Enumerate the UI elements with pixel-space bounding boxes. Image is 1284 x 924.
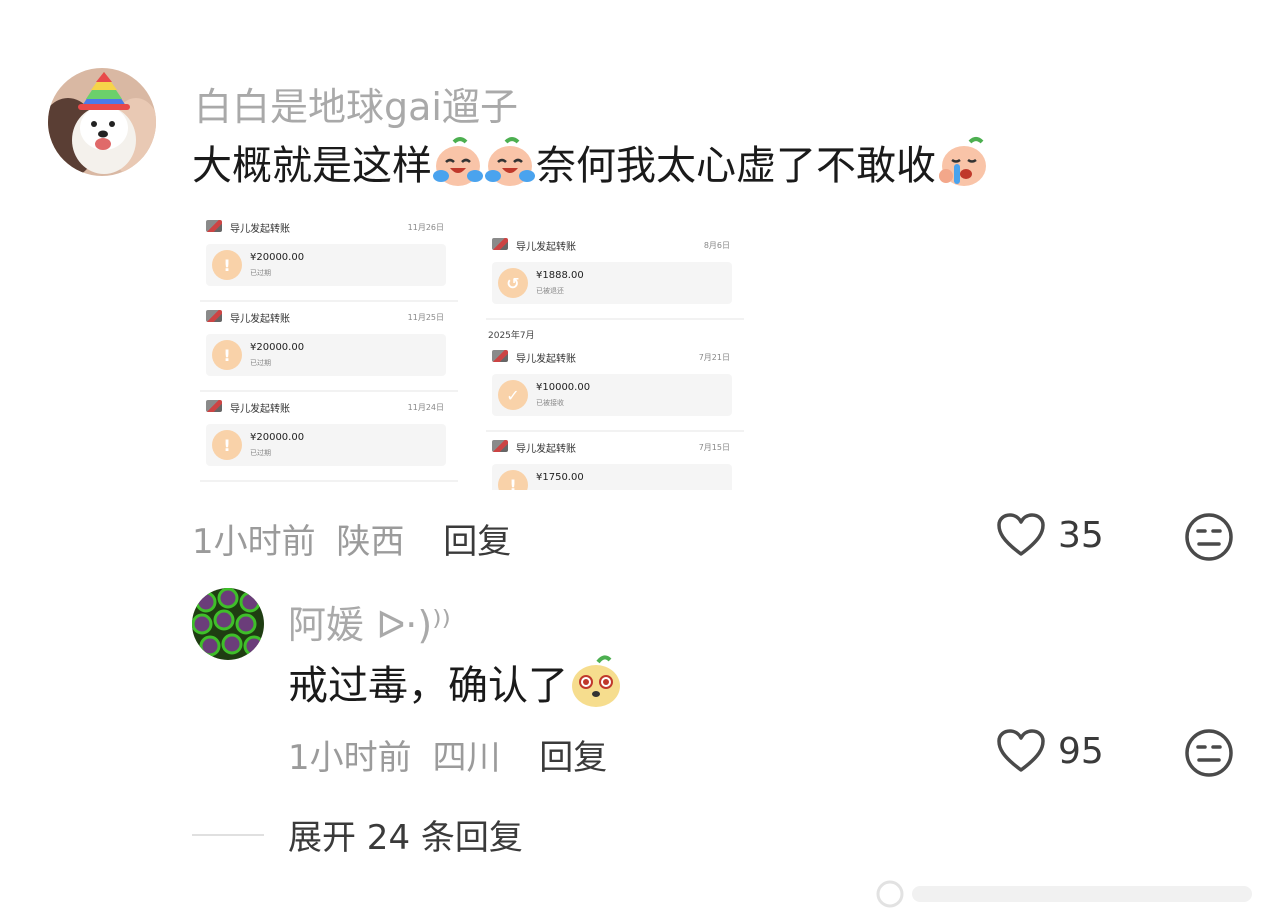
chat-avatar-icon: [492, 238, 508, 250]
transfer-list-left: 导儿发起转账 11月26日 ! ¥20000.00 已过期 导儿发起转账 11月…: [200, 212, 458, 482]
transfer-title: 导儿发起转账: [516, 444, 576, 455]
divider: [192, 833, 264, 836]
transfer-card: 导儿发起转账 11月25日 ! ¥20000.00 已过期: [200, 302, 458, 392]
transfer-box: ↺ ¥1888.00 已被退还: [492, 262, 732, 304]
transfer-title: 导儿发起转账: [230, 404, 290, 415]
transfer-date: 11月25日: [407, 313, 444, 322]
chat-avatar-icon: [492, 350, 508, 362]
dislike-button[interactable]: [1184, 512, 1234, 566]
warning-icon: !: [498, 470, 528, 490]
neutral-face-icon: [1185, 513, 1233, 561]
comment-time: 1小时前: [192, 522, 316, 562]
comment-text-part2: 奈何我太心虚了不敢收: [536, 143, 936, 189]
transfer-status: 已被退还: [536, 287, 564, 295]
transfer-card: 导儿发起转账 7月15日 ! ¥1750.00: [486, 432, 744, 490]
comment-location: 四川: [432, 738, 501, 778]
comment-meta: 1小时前 四川 回复: [288, 730, 607, 779]
reply-button[interactable]: 回复: [443, 522, 511, 562]
heart-icon: [997, 513, 1045, 556]
transfer-date: 11月24日: [407, 403, 444, 412]
dog-face-emoji-icon: [572, 655, 620, 707]
comment-text: 戒过毒，确认了: [288, 654, 624, 710]
crying-emoji-icon: [939, 137, 986, 186]
like-button[interactable]: 95: [996, 728, 1104, 774]
username[interactable]: 白白是地球gai遛子: [194, 76, 518, 131]
transfer-status: 已过期: [250, 269, 271, 277]
transfer-date: 8月6日: [703, 241, 730, 250]
comment-time: 1小时前: [288, 738, 412, 778]
transfer-status: 已过期: [250, 359, 271, 367]
transfer-card: 导儿发起转账 7月21日 ✓ ¥10000.00 已被接收: [486, 342, 744, 432]
avatar[interactable]: [48, 68, 156, 176]
dislike-button[interactable]: [1184, 728, 1234, 782]
expand-replies-label: 展开 24 条回复: [288, 818, 523, 858]
transfer-title: 导儿发起转账: [516, 354, 576, 365]
check-icon: ✓: [498, 380, 528, 410]
heart-icon: [997, 729, 1045, 772]
transfer-box: ✓ ¥10000.00 已被接收: [492, 374, 732, 416]
return-icon: ↺: [498, 268, 528, 298]
transfer-date: 7月15日: [698, 443, 730, 452]
like-count: 95: [1058, 730, 1104, 772]
username[interactable]: 阿媛 ᐅ·)⁾⁾: [288, 594, 451, 649]
transfer-date: 7月21日: [698, 353, 730, 362]
transfer-box: ! ¥20000.00 已过期: [206, 424, 446, 466]
warning-icon: !: [212, 430, 242, 460]
transfer-status: 已被接收: [536, 399, 564, 407]
transfer-amount: ¥1750.00: [536, 472, 584, 483]
comment-text-part1: 戒过毒，确认了: [288, 663, 568, 709]
transfer-box: ! ¥1750.00: [492, 464, 732, 490]
transfer-list-right: 导儿发起转账 8月6日 ↺ ¥1888.00 已被退还 2025年7月 导儿发起…: [486, 230, 744, 490]
comment-text-part1: 大概就是这样: [192, 143, 432, 189]
transfer-box: ! ¥20000.00 已过期: [206, 244, 446, 286]
transfer-amount: ¥10000.00: [536, 382, 591, 393]
like-count: 35: [1058, 514, 1104, 556]
transfer-card: 导儿发起转账 8月6日 ↺ ¥1888.00 已被退还: [486, 230, 744, 320]
transfer-date: 11月26日: [407, 223, 444, 232]
comment-meta: 1小时前 陕西 回复: [192, 514, 511, 563]
comment-text: 大概就是这样 奈何我太心虚了不敢收: [192, 136, 990, 189]
like-button[interactable]: 35: [996, 512, 1104, 558]
expand-replies-button[interactable]: 展开 24 条回复: [192, 810, 523, 859]
transfer-card: 导儿发起转账 11月26日 ! ¥20000.00 已过期: [200, 212, 458, 302]
transfer-amount: ¥20000.00: [250, 432, 305, 443]
chat-avatar-icon: [206, 220, 222, 232]
warning-icon: !: [212, 340, 242, 370]
chat-avatar-icon: [206, 400, 222, 412]
avatar[interactable]: [192, 588, 264, 660]
transfer-amount: ¥20000.00: [250, 342, 305, 353]
transfer-box: ! ¥20000.00 已过期: [206, 334, 446, 376]
watermark: [876, 880, 1252, 908]
chat-avatar-icon: [492, 440, 508, 452]
transfer-status: 已过期: [250, 449, 271, 457]
comment-location: 陕西: [336, 522, 405, 562]
transfer-title: 导儿发起转账: [516, 242, 576, 253]
transfer-amount: ¥20000.00: [250, 252, 305, 263]
laugh-cry-emoji-icon: [485, 137, 535, 186]
attached-image[interactable]: 导儿发起转账 11月26日 ! ¥20000.00 已过期 导儿发起转账 11月…: [200, 212, 748, 490]
chat-avatar-icon: [206, 310, 222, 322]
month-label: 2025年7月: [488, 331, 535, 341]
transfer-title: 导儿发起转账: [230, 224, 290, 235]
reply-button[interactable]: 回复: [539, 738, 607, 778]
warning-icon: !: [212, 250, 242, 280]
laugh-cry-emoji-icon: [433, 137, 483, 186]
neutral-face-icon: [1185, 729, 1233, 777]
transfer-amount: ¥1888.00: [536, 270, 584, 281]
transfer-title: 导儿发起转账: [230, 314, 290, 325]
transfer-card: 导儿发起转账 11月24日 ! ¥20000.00 已过期: [200, 392, 458, 482]
